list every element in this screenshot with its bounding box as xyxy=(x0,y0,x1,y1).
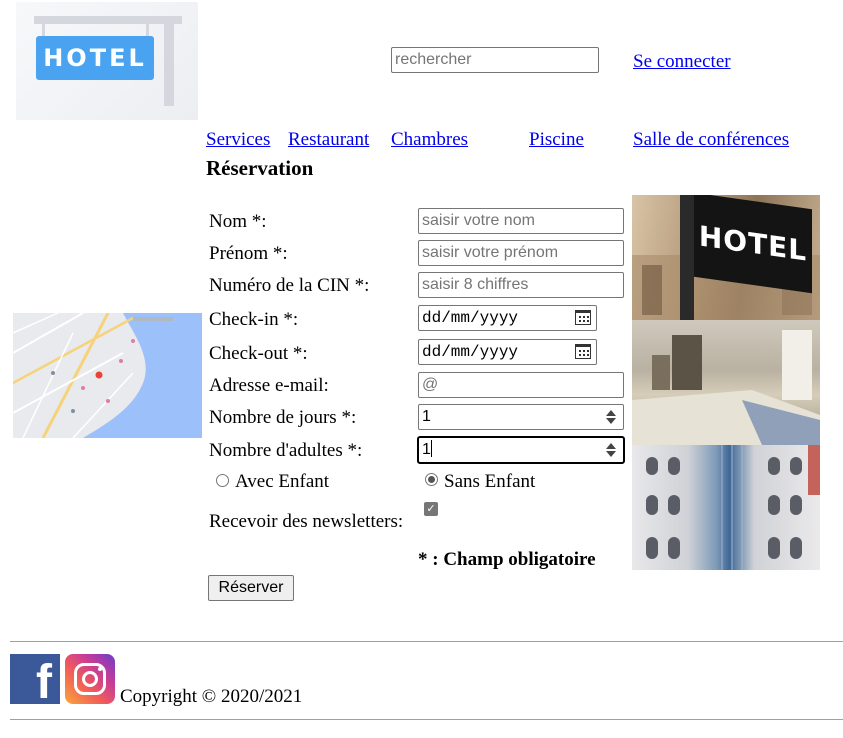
logo-post xyxy=(164,16,174,106)
email-label: Adresse e-mail: xyxy=(209,375,329,396)
sans-enfant-radio[interactable] xyxy=(425,473,438,486)
copyright-text: Copyright © 2020/2021 xyxy=(120,686,303,707)
logo-post-beam xyxy=(34,16,182,24)
checkout-label: Check-out *: xyxy=(209,343,308,364)
newsletter-label: Recevoir des newsletters: xyxy=(209,511,404,532)
adults-label: Nombre d'adultes *: xyxy=(209,440,363,461)
calendar-icon[interactable] xyxy=(575,310,591,325)
hotel-sign-text: HOTEL xyxy=(694,195,812,294)
logo-hook xyxy=(42,22,45,36)
sans-enfant-label: Sans Enfant xyxy=(444,471,536,492)
map-graphic xyxy=(13,313,202,438)
calendar-icon[interactable] xyxy=(575,344,591,359)
cin-field[interactable]: saisir 8 chiffres xyxy=(418,272,624,298)
days-label: Nombre de jours *: xyxy=(209,407,357,428)
email-field[interactable]: @ xyxy=(418,372,624,398)
cin-label: Numéro de la CIN *: xyxy=(209,275,370,296)
nav-link-piscine[interactable]: Piscine xyxy=(529,129,584,151)
footer-divider-bottom xyxy=(10,719,843,720)
name-label: Nom *: xyxy=(209,211,267,232)
adults-number-field[interactable]: 1 xyxy=(417,436,625,464)
name-field[interactable]: saisir votre nom xyxy=(418,208,624,234)
reserve-button[interactable]: Réserver xyxy=(208,575,294,601)
newsletter-checkbox[interactable]: ✓ xyxy=(424,502,438,516)
page-title: Réservation xyxy=(206,156,314,180)
footer-divider-top xyxy=(10,641,843,642)
checkin-date-field[interactable]: dd/mm/yyyy xyxy=(418,305,597,331)
checkin-date-value: dd/mm/yyyy xyxy=(422,309,519,327)
text-caret xyxy=(430,440,432,457)
nav-link-services[interactable]: Services xyxy=(206,129,270,151)
hotel-logo: HOTEL xyxy=(16,2,198,120)
location-map[interactable] xyxy=(13,313,202,438)
adults-value: 1 xyxy=(422,441,431,458)
logo-hook xyxy=(146,22,149,36)
nav-link-restaurant[interactable]: Restaurant xyxy=(288,129,369,151)
nav-link-chambres[interactable]: Chambres xyxy=(391,129,468,151)
facebook-icon[interactable]: f xyxy=(10,654,60,704)
adults-stepper-icon[interactable] xyxy=(605,442,617,458)
avec-enfant-radio[interactable] xyxy=(216,474,229,487)
avec-enfant-label: Avec Enfant xyxy=(235,471,330,492)
hotel-room-photo xyxy=(632,320,820,445)
firstname-label: Prénom *: xyxy=(209,243,288,264)
firstname-field[interactable]: saisir votre prénom xyxy=(418,240,624,266)
days-stepper-icon[interactable] xyxy=(605,409,617,425)
search-input[interactable] xyxy=(391,47,599,73)
required-note: * : Champ obligatoire xyxy=(418,549,596,570)
nav-link-conferences[interactable]: Salle de conférences xyxy=(633,129,789,151)
hotel-building-photo xyxy=(632,445,820,570)
checkout-date-field[interactable]: dd/mm/yyyy xyxy=(418,339,597,365)
checkout-date-value: dd/mm/yyyy xyxy=(422,343,519,361)
sign-bracket xyxy=(680,195,694,320)
checkin-label: Check-in *: xyxy=(209,309,299,330)
hotel-sign-photo: HOTEL xyxy=(632,195,820,320)
instagram-icon[interactable] xyxy=(65,654,115,704)
room-graphic xyxy=(632,330,820,445)
building-graphic xyxy=(646,445,820,570)
login-link[interactable]: Se connecter xyxy=(633,51,731,73)
days-number-field[interactable]: 1 xyxy=(418,404,624,430)
logo-sign-text: HOTEL xyxy=(36,36,154,80)
days-value: 1 xyxy=(422,408,431,425)
